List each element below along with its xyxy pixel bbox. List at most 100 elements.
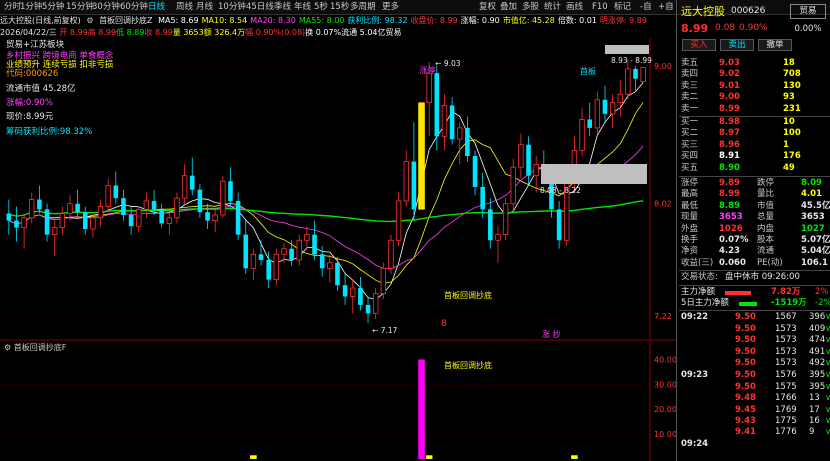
indicator-value: 收盘价: 8.99 <box>410 16 458 25</box>
candle <box>266 251 271 289</box>
quote-value: 1027 <box>801 223 825 234</box>
toolbar-button[interactable]: 复权 <box>479 1 496 13</box>
period-tab[interactable]: 45日线 <box>246 1 274 13</box>
sector-badge[interactable]: 贸易 <box>790 4 826 19</box>
toolbar-button[interactable]: F10 <box>592 1 608 13</box>
bid-row: 买四 8.91 176 <box>679 151 830 163</box>
stat-row: 现量 3653 总量 3653 <box>679 212 830 224</box>
candle <box>587 102 592 137</box>
signal-bar <box>418 359 425 459</box>
quote-value: 卖二 <box>681 92 699 103</box>
toolbar-button[interactable]: 多股 <box>522 1 539 13</box>
signal-bar <box>250 455 257 459</box>
period-tab[interactable]: 年线 <box>294 1 311 13</box>
max-price-label: ← 9.03 <box>435 59 461 68</box>
quote-value: ∨ <box>825 358 830 368</box>
quote-value: 9.50 <box>735 346 756 357</box>
toolbar-button[interactable]: 叠加 <box>500 1 517 13</box>
candle <box>174 192 180 224</box>
quote-value: 远大控股 <box>681 5 725 18</box>
signal-label: 涨 抄 <box>542 329 561 339</box>
flow-bar <box>739 302 757 306</box>
quote-value: 1573 <box>775 323 797 334</box>
toolbar-button[interactable]: -自 <box>640 1 652 13</box>
period-tab[interactable]: 60分钟 <box>120 1 148 13</box>
min-price-label: ← 7.17 <box>372 326 398 335</box>
quote-value: ∨ <box>825 370 830 381</box>
period-tab[interactable]: 1分钟 <box>20 1 42 13</box>
period-tab[interactable]: 月线 <box>196 1 213 13</box>
quote-value: 231 <box>783 103 801 114</box>
quote-value: 市值 <box>757 200 775 211</box>
quote-value: 49 <box>783 162 795 173</box>
quote-value: 13 <box>809 393 820 404</box>
profit-ratio: 筹码获利比例:98.32% <box>6 127 93 137</box>
period-tab[interactable]: 季线 <box>274 1 291 13</box>
candle <box>243 220 249 274</box>
stock-code: 代码:000626 <box>6 69 59 79</box>
divider <box>679 310 830 312</box>
candle <box>51 220 58 256</box>
cancel-button[interactable]: 撤单 <box>758 39 792 51</box>
period-tab[interactable]: 分时 <box>4 1 21 13</box>
ask-row: 卖五 9.03 18 <box>679 58 830 70</box>
period-tab[interactable]: 周线 <box>176 1 193 13</box>
sub-tick: 10.00 <box>654 430 676 439</box>
quote-value: -2% <box>815 298 830 308</box>
toolbar-button[interactable]: 标记 <box>614 1 631 13</box>
indicator-name[interactable]: 首板回调抄底Z <box>99 16 152 25</box>
candle <box>388 234 394 274</box>
quote-value: 换手 <box>681 235 699 245</box>
candle <box>105 178 111 213</box>
price-tick: 7.22 <box>654 312 672 321</box>
candle <box>457 122 463 165</box>
quote-value: 卖三 <box>681 80 699 91</box>
candle <box>121 189 126 221</box>
candle <box>342 273 348 305</box>
period-tab[interactable]: 多周期 <box>350 1 376 13</box>
period-tab[interactable]: 5秒 <box>314 1 328 13</box>
candle <box>617 80 623 117</box>
candle <box>441 94 448 151</box>
candle <box>449 96 455 145</box>
quote-value: 396 <box>809 312 826 323</box>
quote-value: 8.99 <box>681 22 709 35</box>
signal-bar <box>425 455 433 459</box>
period-tab[interactable]: 更多 <box>382 1 399 13</box>
tick-row: 9.43 1775 16 ∨ <box>679 416 830 428</box>
quote-value: 3653 <box>719 212 743 223</box>
current-price: 现价:8.99元 <box>6 112 54 122</box>
sell-button[interactable]: 卖出 <box>720 39 754 51</box>
quote-value: 45.5亿 <box>801 200 830 211</box>
period-tab[interactable]: 10分钟 <box>218 1 246 13</box>
kline-chart[interactable]: 涨停 首板 ← 9.03 ← 7.17 首板回调抄底 8 涨 抄 9.00 8.02 7.22 ⚙ … <box>0 38 676 461</box>
quote-value: 9.50 <box>735 312 756 323</box>
quote-value: 17 <box>809 404 820 415</box>
quote-value: 8.99 <box>719 189 740 200</box>
period-tab[interactable]: 5分钟 <box>42 1 64 13</box>
divider <box>679 284 830 286</box>
quote-value: 9 <box>809 427 815 438</box>
toolbar-button[interactable]: 统计 <box>544 1 561 13</box>
candle <box>29 192 35 224</box>
bid-row: 买五 8.90 49 <box>679 163 830 175</box>
settings-gear-icon[interactable]: ⚙ <box>86 16 93 25</box>
candle <box>143 192 150 218</box>
quote-value: 交易状态: <box>681 272 718 283</box>
period-tab[interactable]: 30分钟 <box>92 1 120 13</box>
toolbar-button[interactable]: 画线 <box>566 1 583 13</box>
candle <box>602 85 608 123</box>
tick-row: 9.50 1573 491 ∨ <box>679 347 830 359</box>
period-tab[interactable]: 15秒 <box>330 1 349 13</box>
period-tab[interactable]: 15分钟 <box>66 1 94 13</box>
quote-value: 涨停 <box>681 178 699 188</box>
candle <box>312 220 317 260</box>
toolbar-button[interactable]: +自 <box>658 1 674 13</box>
period-tab[interactable]: 日线 <box>148 1 165 13</box>
buy-button[interactable]: 买入 <box>682 39 716 51</box>
quote-value: -1519万 <box>771 298 807 308</box>
quote-value: 股本 <box>757 235 775 245</box>
quote-value: 000626 <box>731 6 766 16</box>
quote-value: 9.00 <box>719 92 740 103</box>
stat-row: 净资 4.23 流通 5.04亿 <box>679 246 830 258</box>
